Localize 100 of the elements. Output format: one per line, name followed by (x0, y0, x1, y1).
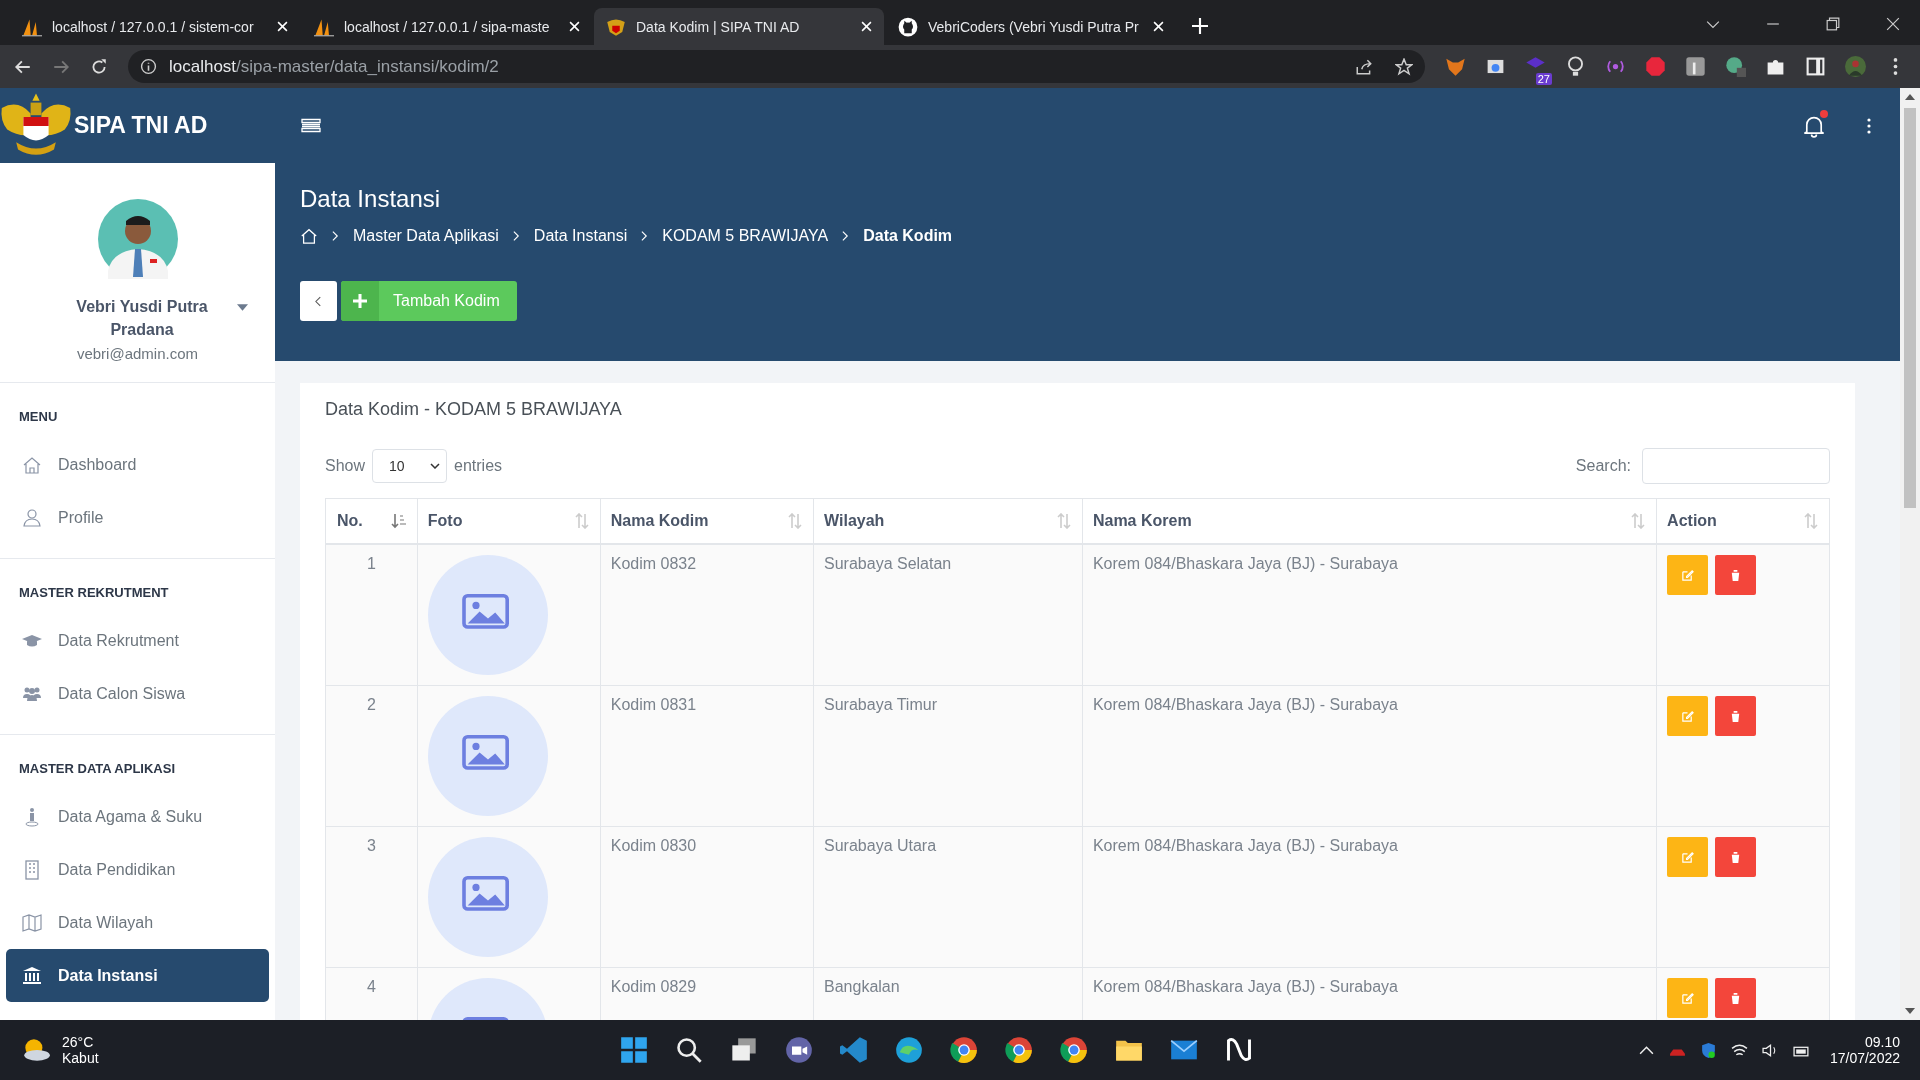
menu-icon[interactable] (301, 117, 321, 134)
browser-tab[interactable]: Data Kodim | SIPA TNI AD (594, 8, 884, 45)
address-field[interactable]: localhost/sipa-master/data_instansi/kodim/2 (128, 50, 1425, 83)
breadcrumb-link[interactable]: KODAM 5 BRAWIJAYA (662, 227, 829, 245)
table-cell: 4 (325, 967, 418, 1020)
shield-icon[interactable] (1699, 1041, 1717, 1059)
star-icon[interactable] (1395, 57, 1413, 76)
share-icon[interactable] (1355, 57, 1373, 76)
user-icon (22, 507, 42, 528)
browser-tab[interactable]: localhost / 127.0.0.1 / sistem-cor (10, 8, 300, 45)
clock-date[interactable]: 17/07/2022 (1829, 1050, 1900, 1066)
chevron-right-icon (842, 230, 850, 242)
fox-icon[interactable] (1445, 56, 1466, 77)
table-cell: Kodim 0832 (600, 544, 814, 686)
page-title: Data Instansi (300, 185, 442, 213)
entries-select[interactable]: 10 (372, 449, 448, 483)
delete-button[interactable] (1714, 555, 1756, 595)
scroll-down-icon[interactable] (1905, 1008, 1915, 1014)
lightbulb-icon[interactable] (1565, 56, 1586, 77)
cat-logo-icon (898, 16, 918, 37)
chevron-right-icon (641, 230, 649, 242)
menu-item[interactable]: Data Wilayah (6, 896, 269, 949)
sort-icon (1803, 513, 1819, 529)
user-name: Vebri Yusdi Putra Pradana (75, 297, 209, 340)
stop-sign-icon[interactable] (1645, 56, 1666, 77)
menu-item[interactable]: Data Calon Siswa (6, 667, 269, 720)
menu-item[interactable]: Data Instansi (6, 949, 269, 1002)
menu-heading: MASTER REKRUTMENT (18, 585, 170, 602)
temperature: 26°C (62, 1034, 95, 1050)
task-view-icon[interactable] (730, 1036, 758, 1064)
menu-item[interactable]: Data Pendidikan (6, 843, 269, 896)
menu-item[interactable]: Data Agama & Suku (6, 790, 269, 843)
restore-icon[interactable] (1826, 17, 1840, 31)
side-panel-icon[interactable] (1805, 56, 1826, 77)
edit-icon (1681, 991, 1695, 1005)
chevron-right-icon (512, 230, 520, 242)
menu-item[interactable]: Data Rekrutment (6, 614, 269, 667)
scroll-up-icon[interactable] (1905, 94, 1915, 100)
extension-badge: 27 (1535, 73, 1552, 85)
edit-icon (1681, 709, 1695, 723)
search-field[interactable] (1642, 448, 1830, 484)
delete-button[interactable] (1714, 696, 1756, 736)
delete-button[interactable] (1714, 978, 1756, 1018)
breadcrumb-link[interactable]: Master Data Aplikasi (353, 227, 499, 245)
plus-icon (353, 294, 367, 308)
breadcrumb-link[interactable]: Data Instansi (533, 227, 628, 245)
globe-icon[interactable] (1725, 56, 1746, 77)
sort-icon (1055, 513, 1072, 529)
map-icon (22, 912, 42, 933)
table-cell: Korem 084/Bhaskara Jaya (BJ) - Surabaya (1082, 544, 1657, 686)
edit-icon (1681, 850, 1695, 864)
table-cell: Korem 084/Bhaskara Jaya (BJ) - Surabaya (1082, 826, 1657, 968)
table-cell: Bangkalan (813, 967, 1083, 1020)
start-icon[interactable] (620, 1036, 648, 1064)
show-label: Show (325, 457, 366, 475)
table-cell: Kodim 0829 (600, 967, 814, 1020)
brand-title[interactable]: SIPA TNI AD (74, 112, 208, 139)
search-icon[interactable] (675, 1036, 703, 1064)
building-icon (22, 859, 42, 880)
n-logo-icon[interactable] (1225, 1036, 1253, 1064)
menu-item[interactable]: Profile (6, 491, 269, 544)
menu-heading: MENU (18, 409, 59, 426)
table-cell: Surabaya Utara (813, 826, 1083, 968)
browser-icon[interactable] (1060, 1036, 1088, 1064)
bank-icon (22, 965, 42, 986)
browser-icon[interactable] (1005, 1036, 1033, 1064)
breadcrumb-link[interactable]: Data Kodim (863, 227, 953, 245)
reload-icon[interactable] (90, 57, 108, 76)
sort-icon (573, 513, 590, 529)
table-cell: Kodim 0831 (600, 685, 814, 827)
home-icon[interactable] (300, 227, 318, 245)
close-icon[interactable] (1886, 17, 1900, 31)
image-placeholder-icon (427, 837, 548, 957)
scrollbar[interactable] (1900, 88, 1920, 1020)
video-chat-icon[interactable] (785, 1036, 813, 1064)
scrollbar-thumb[interactable] (1904, 108, 1916, 508)
wave-browser-icon[interactable] (895, 1036, 923, 1064)
browser-tab[interactable]: localhost / 127.0.0.1 / sipa-maste (302, 8, 592, 45)
entries-label: entries (454, 457, 503, 475)
table-cell: Kodim 0830 (600, 826, 814, 968)
caret-icon[interactable] (237, 304, 248, 311)
browser-icon[interactable] (950, 1036, 978, 1064)
image-placeholder-icon (427, 555, 548, 675)
info-icon (140, 58, 157, 75)
table-cell: 2 (325, 685, 418, 827)
code-editor-icon[interactable] (840, 1036, 868, 1064)
table-cell: Korem 084/Bhaskara Jaya (BJ) - Surabaya (1082, 967, 1657, 1020)
clock-time[interactable]: 09.10 (1864, 1034, 1900, 1050)
search-label: Search: (1575, 457, 1631, 475)
menu-item[interactable]: Dashboard (6, 438, 269, 491)
sort-icon (1630, 513, 1647, 529)
menu-heading: MASTER DATA APLIKASI (18, 761, 176, 778)
table-cell: Surabaya Timur (813, 685, 1083, 827)
browser-tab[interactable]: VebriCoders (Vebri Yusdi Putra Pr (886, 8, 1176, 45)
user-email: vebri@admin.com (76, 345, 199, 362)
new-tab-icon[interactable] (1192, 18, 1208, 34)
sort-icon (390, 513, 407, 529)
delete-button[interactable] (1714, 837, 1756, 877)
card-title: Data Kodim - KODAM 5 BRAWIJAYA (325, 399, 623, 420)
edit-icon (1681, 568, 1695, 582)
